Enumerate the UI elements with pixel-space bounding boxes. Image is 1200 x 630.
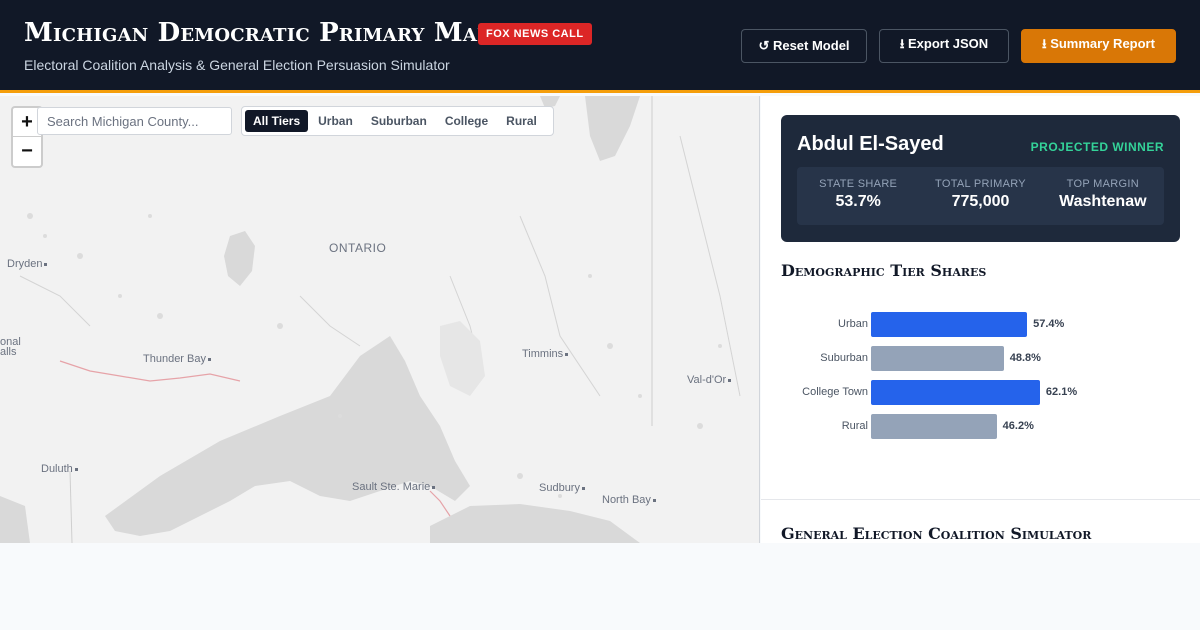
bar-suburban[interactable]	[871, 346, 1004, 371]
stat-label: TOP MARGIN	[1066, 178, 1139, 190]
page-subtitle: Electoral Coalition Analysis & General E…	[24, 57, 450, 73]
side-panel: Abdul El-Sayed PROJECTED WINNER STATE SH…	[761, 96, 1200, 543]
james-bay	[585, 96, 640, 161]
bar-value-label: 48.8%	[1009, 352, 1041, 364]
bar-label: Rural	[841, 420, 868, 432]
map-label-sault: Sault Ste. Marie	[352, 481, 436, 493]
lake-superior	[105, 336, 470, 536]
map-label-thunder-bay: Thunder Bay	[143, 353, 211, 365]
winner-status: PROJECTED WINNER	[1030, 140, 1164, 154]
candidate-name: Abdul El-Sayed	[797, 133, 944, 155]
stat-value: 775,000	[951, 193, 1010, 210]
map-label-ontario: ONTARIO	[329, 241, 387, 255]
map-label-timmins: Timmins	[522, 348, 569, 360]
bar-value-label: 46.2%	[1002, 420, 1034, 432]
section-divider	[761, 499, 1200, 500]
page-title: Michigan Democratic Primary Map	[24, 18, 491, 48]
tier-suburban[interactable]: Suburban	[363, 110, 435, 132]
bar-value-label: 62.1%	[1045, 386, 1078, 398]
bar-value-label: 57.4%	[1033, 318, 1065, 330]
county-search-input[interactable]	[37, 107, 232, 135]
tier-all[interactable]: All Tiers	[245, 110, 309, 132]
bar-urban[interactable]	[871, 312, 1028, 337]
stat-value: 53.7%	[835, 193, 881, 210]
map-label-duluth: Duluth	[41, 463, 78, 475]
duluth-text: Duluth	[41, 463, 73, 475]
basemap	[0, 96, 741, 543]
demographics-title: Demographic Tier Shares	[781, 261, 987, 280]
timmins-text: Timmins	[522, 348, 564, 360]
north-bay-text: North Bay	[602, 494, 651, 506]
zoom-out-button[interactable]: −	[13, 137, 41, 166]
bar-label: Urban	[838, 318, 868, 330]
winner-card: Abdul El-Sayed PROJECTED WINNER STATE SH…	[781, 115, 1180, 242]
map-label-sudbury: Sudbury	[539, 482, 585, 494]
page-footer-area	[0, 543, 1200, 630]
tier-college[interactable]: College	[437, 110, 496, 132]
thunder-bay-text: Thunder Bay	[143, 353, 206, 365]
sudbury-text: Sudbury	[539, 482, 580, 494]
map-view[interactable]: + − All Tiers Urban Suburban College Rur…	[0, 96, 760, 543]
lake-nipigon	[224, 231, 255, 286]
simulator-title: General Election Coalition Simulator	[781, 524, 1092, 543]
map-label-north-bay: North Bay	[602, 494, 656, 506]
bar-rural[interactable]	[871, 414, 997, 439]
reset-model-button[interactable]: ↺ Reset Model	[741, 29, 867, 63]
lake-huron	[430, 504, 640, 543]
stat-total-primary: TOTAL PRIMARY 775,000	[919, 167, 1041, 225]
app-header: Michigan Democratic Primary Map FOX NEWS…	[0, 0, 1200, 93]
summary-report-button[interactable]: ⭳ Summary Report	[1021, 29, 1176, 63]
stat-label: TOTAL PRIMARY	[935, 178, 1026, 190]
map-label-edge-bottom: alls	[0, 346, 17, 358]
stat-label: STATE SHARE	[819, 178, 898, 190]
tier-urban[interactable]: Urban	[310, 110, 361, 132]
winner-stats: STATE SHARE 53.7% TOTAL PRIMARY 775,000 …	[797, 167, 1164, 225]
sault-text: Sault Ste. Marie	[352, 481, 431, 493]
map-label-val-dor: Val-d'Or	[687, 374, 732, 386]
export-json-button[interactable]: ⭳ Export JSON	[879, 29, 1009, 63]
stat-top-margin: TOP MARGIN Washtenaw	[1042, 167, 1164, 225]
map-label-dryden: Dryden	[7, 258, 48, 270]
val-dor-text: Val-d'Or	[687, 374, 727, 386]
tier-filter: All Tiers Urban Suburban College Rural	[241, 106, 554, 136]
bar-label: Suburban	[820, 352, 868, 364]
stat-state-share: STATE SHARE 53.7%	[797, 167, 919, 225]
bar-label: College Town	[802, 386, 868, 398]
stat-value: Washtenaw	[1059, 193, 1147, 210]
tier-rural[interactable]: Rural	[498, 110, 545, 132]
dryden-text: Dryden	[7, 258, 43, 270]
bar-college-town[interactable]	[871, 380, 1040, 405]
news-call-badge: FOX NEWS CALL	[478, 23, 592, 45]
